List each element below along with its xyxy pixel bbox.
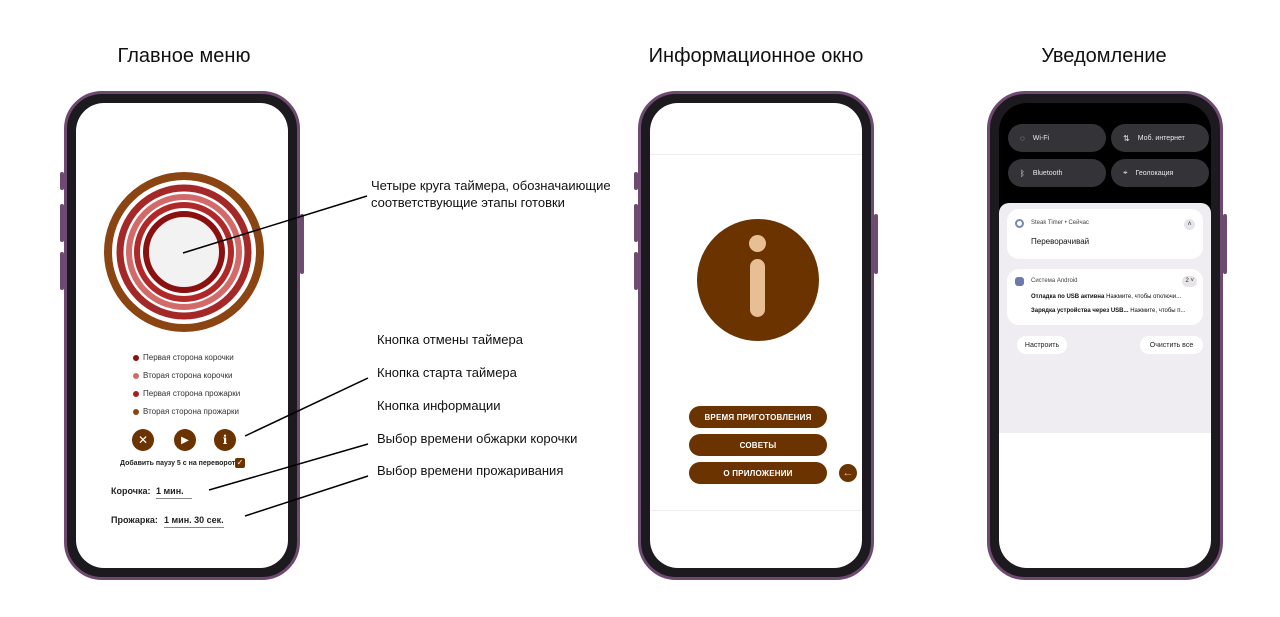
annotation-crust-time: Выбор времени обжарки корочки [377, 431, 578, 446]
android-system-notification[interactable]: Система Android 2 ˅ Отладка по USB актив… [1007, 269, 1203, 325]
info-button[interactable]: i [214, 429, 236, 451]
side-button [1223, 214, 1227, 274]
about-button[interactable]: О ПРИЛОЖЕНИИ [689, 462, 827, 484]
legend-dot [133, 354, 139, 361]
timer-screen: Первая сторона корочки Вторая сторона ко… [76, 103, 288, 568]
steak-message: Переворачивай [1031, 237, 1090, 246]
notification-screen: ◌ Wi-Fi ⇅ Моб. интернет ᛒ Bluetooth ⌖ Геолок… [999, 103, 1211, 568]
side-button [634, 204, 638, 242]
annotation-roast-time: Выбор времени прожаривания [377, 463, 564, 478]
checkmark-icon: ✓ [236, 458, 244, 467]
android-app-name: Система Android [1031, 278, 1078, 284]
title-main-menu: Главное меню [117, 45, 251, 67]
steak-timer-notification[interactable]: Steak Timer • Сейчас ˄ Переворачивай [1007, 209, 1203, 259]
pause-checkbox[interactable]: ✓ [235, 458, 245, 468]
bluetooth-icon: ᛒ [1020, 168, 1025, 178]
cancel-button[interactable]: ✕ [132, 429, 154, 451]
group-count-badge[interactable]: 2 ˅ [1182, 276, 1197, 287]
usb-charging-line: Зарядка устройства через USB... Нажмите,… [1031, 308, 1186, 314]
group-count: 2 [1185, 278, 1189, 284]
tile-label: Моб. интернет [1137, 134, 1185, 142]
legend-item: Первая сторона прожарки [133, 389, 240, 398]
annotation-circles: Четыре круга таймера, обозначаиющие соот… [371, 178, 611, 210]
title-notification: Уведомление [1041, 45, 1167, 67]
legend-item: Вторая сторона прожарки [133, 407, 239, 416]
side-button [60, 172, 64, 190]
cooking-time-button[interactable]: ВРЕМЯ ПРИГОТОВЛЕНИЯ [689, 406, 827, 428]
ring-inner [143, 211, 225, 293]
legend-label: Первая сторона прожарки [143, 389, 241, 398]
roast-label: Прожарка: [111, 515, 158, 525]
legend-dot [133, 372, 139, 379]
legend-item: Первая сторона корочки [133, 353, 234, 362]
settings-button[interactable]: Настроить [1017, 336, 1067, 354]
tile-label: Bluetooth [1032, 169, 1063, 177]
pause-checkbox-label: Добавить паузу 5 с на переворот [120, 460, 236, 467]
usb-charging-text: Нажмите, чтобы п... [1130, 308, 1186, 314]
legend-dot [133, 390, 139, 397]
annotation-cancel: Кнопка отмены таймера [377, 332, 523, 347]
android-settings-icon [1015, 277, 1024, 286]
mobile-data-icon: ⇅ [1123, 133, 1130, 143]
side-button [60, 204, 64, 242]
tile-wifi[interactable]: ◌ Wi-Fi [1008, 124, 1106, 152]
crust-time-input[interactable]: 1 мин. [156, 486, 192, 499]
divider [650, 510, 862, 511]
start-button[interactable]: ▶ [174, 429, 196, 451]
close-icon: ✕ [137, 433, 149, 447]
legend-label: Первая сторона корочки [143, 353, 234, 362]
legend-item: Вторая сторона корочки [133, 371, 232, 380]
tile-label: Геолокация [1135, 169, 1174, 177]
phone-notification: ◌ Wi-Fi ⇅ Моб. интернет ᛒ Bluetooth ⌖ Геолок… [987, 91, 1227, 580]
phone-main-menu: Первая сторона корочки Вторая сторона ко… [60, 91, 304, 580]
app-icon [1015, 219, 1024, 228]
phone-info-window: ВРЕМЯ ПРИГОТОВЛЕНИЯ СОВЕТЫ О ПРИЛОЖЕНИИ … [634, 91, 878, 580]
info-dot [749, 235, 766, 252]
annotation-info: Кнопка информации [377, 398, 501, 413]
tips-button[interactable]: СОВЕТЫ [689, 434, 827, 456]
info-icon: i [222, 433, 228, 447]
play-icon: ▶ [181, 434, 189, 446]
info-screen: ВРЕМЯ ПРИГОТОВЛЕНИЯ СОВЕТЫ О ПРИЛОЖЕНИИ … [650, 103, 862, 568]
tile-bluetooth[interactable]: ᛒ Bluetooth [1008, 159, 1106, 187]
arrow-left-icon: ← [842, 467, 854, 479]
back-button[interactable]: ← [839, 464, 857, 482]
tile-location[interactable]: ⌖ Геолокация [1111, 159, 1209, 187]
side-button [634, 252, 638, 290]
legend-label: Вторая сторона корочки [143, 371, 233, 380]
divider [650, 154, 862, 155]
roast-time-input[interactable]: 1 мин. 30 сек. [164, 515, 224, 528]
crust-label: Корочка: [111, 486, 151, 496]
side-button [300, 214, 304, 274]
steak-app-name: Steak Timer • Сейчас [1031, 220, 1089, 226]
legend-label: Вторая сторона прожарки [143, 407, 239, 416]
screen-blank-area [999, 433, 1211, 568]
side-button [634, 172, 638, 190]
usb-debug-text: Нажмите, чтобы отключи... [1106, 294, 1182, 300]
notification-shade: Steak Timer • Сейчас ˄ Переворачивай Сис… [999, 203, 1211, 433]
title-info-window: Информационное окно [648, 45, 864, 67]
usb-debug-title: Отладка по USB активна [1031, 294, 1105, 300]
chevron-down-icon: ˅ [1190, 278, 1194, 284]
usb-debug-line: Отладка по USB активна Нажмите, чтобы от… [1031, 294, 1181, 300]
clear-all-button[interactable]: Очистить все [1140, 336, 1203, 354]
tile-label: Wi-Fi [1032, 134, 1050, 142]
side-button [874, 214, 878, 274]
annotation-start: Кнопка старта таймера [377, 365, 517, 380]
wifi-icon: ◌ [1020, 133, 1025, 143]
usb-charging-title: Зарядка устройства через USB... [1031, 308, 1129, 314]
chevron-up-icon[interactable]: ˄ [1184, 219, 1195, 230]
info-stem [750, 259, 765, 317]
info-big-icon [697, 219, 819, 341]
tile-mobile-data[interactable]: ⇅ Моб. интернет [1111, 124, 1209, 152]
side-button [60, 252, 64, 290]
location-icon: ⌖ [1123, 168, 1128, 177]
legend-dot [133, 408, 139, 415]
